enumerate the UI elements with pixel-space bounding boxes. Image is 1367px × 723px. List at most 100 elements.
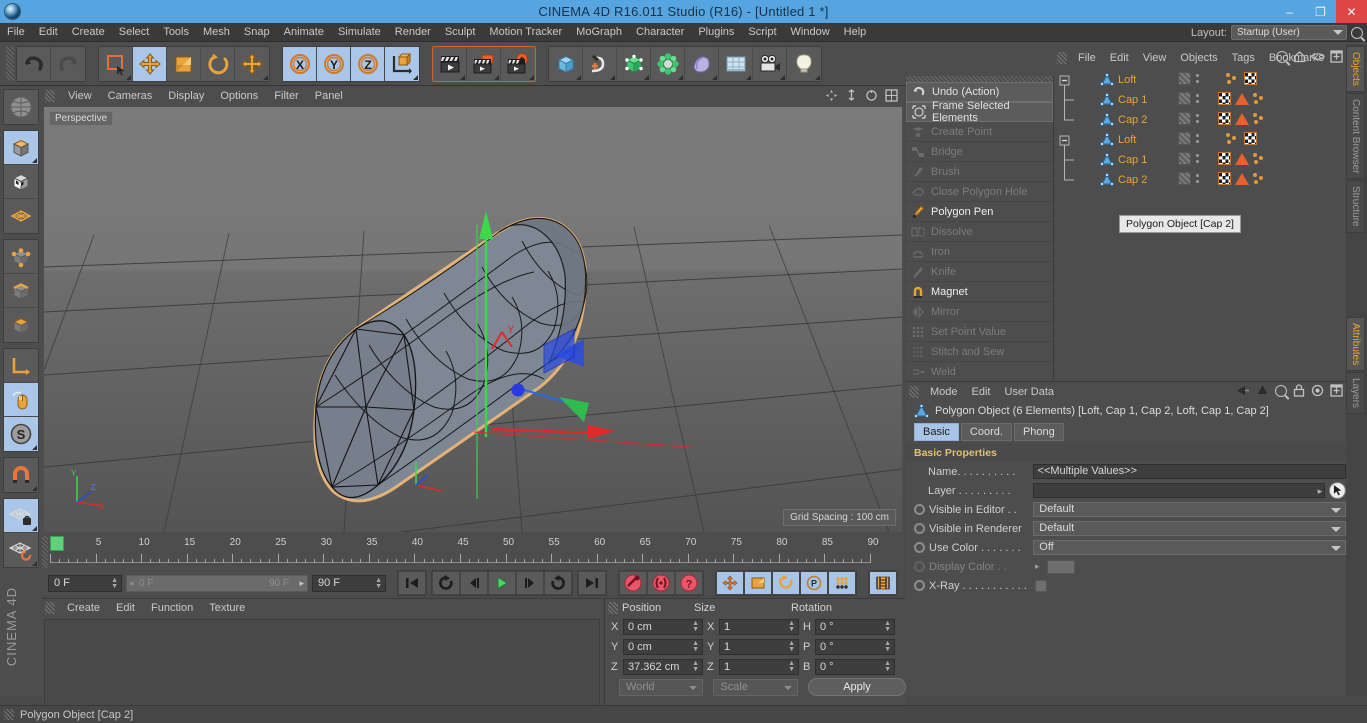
- search-icon[interactable]: [1351, 26, 1363, 39]
- object-visibility-dots[interactable]: [1178, 92, 1201, 105]
- mm-menu-edit[interactable]: Edit: [108, 602, 143, 614]
- mm-menu-texture[interactable]: Texture: [201, 602, 253, 614]
- use-color-radio[interactable]: [914, 542, 925, 553]
- xray-checkbox[interactable]: [1035, 579, 1047, 592]
- menu-select[interactable]: Select: [112, 23, 157, 42]
- am-menu-user-data[interactable]: User Data: [998, 386, 1062, 398]
- spinner-icon[interactable]: ▲ ▼: [884, 620, 891, 633]
- cube-primitive-button[interactable]: [549, 46, 583, 81]
- light-button[interactable]: [787, 46, 821, 81]
- loop-playback-button[interactable]: [432, 571, 460, 595]
- menu-motion-tracker[interactable]: Motion Tracker: [482, 23, 569, 42]
- spinner-icon[interactable]: ▲ ▼: [692, 620, 699, 633]
- display-color-radio[interactable]: [914, 561, 925, 572]
- tab-structure[interactable]: Structure: [1346, 180, 1365, 233]
- tab-layers[interactable]: Layers: [1346, 372, 1365, 415]
- move-tool-button[interactable]: [133, 46, 167, 81]
- material-tag-icon[interactable]: [1218, 92, 1231, 105]
- pick-layer-icon[interactable]: [1329, 482, 1346, 499]
- material-tag-icon[interactable]: [1218, 172, 1231, 185]
- command-brush[interactable]: Brush: [906, 162, 1053, 182]
- environment-button[interactable]: [685, 46, 719, 81]
- end-frame-field[interactable]: 90 F ▲ ▼: [312, 574, 386, 592]
- range-right-arrow-icon[interactable]: ▸: [299, 578, 304, 589]
- menu-sculpt[interactable]: Sculpt: [438, 23, 483, 42]
- record-active-objects-button[interactable]: [619, 571, 647, 595]
- workplane-mode-button[interactable]: [4, 199, 38, 233]
- point-level-button[interactable]: [828, 571, 856, 595]
- viewport-menu-panel[interactable]: Panel: [307, 90, 351, 102]
- visibility-dots-icon[interactable]: [1194, 132, 1201, 145]
- chevron-right-icon[interactable]: ▸: [1318, 485, 1323, 498]
- use-color-dropdown[interactable]: Off: [1033, 540, 1346, 555]
- undo-button[interactable]: [17, 46, 51, 81]
- command-frame-selected-elements[interactable]: Frame Selected Elements: [906, 100, 1053, 124]
- visibility-dots-icon[interactable]: [1194, 172, 1201, 185]
- move-alt-button[interactable]: [235, 46, 269, 81]
- menu-script[interactable]: Script: [741, 23, 783, 42]
- viewport-solo-button[interactable]: [4, 383, 38, 417]
- menu-mesh[interactable]: Mesh: [196, 23, 237, 42]
- coordinate-mode-dropdown[interactable]: Scale: [713, 678, 798, 696]
- redo-button[interactable]: [51, 46, 85, 81]
- xray-radio[interactable]: [914, 580, 925, 591]
- tag-placeholder-icon[interactable]: [1178, 92, 1191, 105]
- coordinate-system-dropdown[interactable]: World: [619, 678, 704, 696]
- object-tags[interactable]: [1218, 92, 1267, 105]
- render-view-button[interactable]: [433, 46, 467, 81]
- mm-menu-create[interactable]: Create: [59, 602, 108, 614]
- object-manager-grip-icon[interactable]: [1057, 51, 1067, 64]
- previous-frame-button[interactable]: [460, 571, 488, 595]
- tag-placeholder-icon[interactable]: [1178, 112, 1191, 125]
- object-visibility-dots[interactable]: [1178, 112, 1201, 125]
- render-settings-button[interactable]: [501, 46, 535, 81]
- menu-animate[interactable]: Animate: [277, 23, 331, 42]
- command-iron[interactable]: Iron: [906, 242, 1053, 262]
- visibility-dots-icon[interactable]: [1194, 92, 1201, 105]
- position-x-input[interactable]: 0 cm ▲ ▼: [623, 619, 703, 635]
- spinner-icon[interactable]: ▲ ▼: [788, 640, 795, 653]
- material-tag-icon[interactable]: [1244, 132, 1257, 145]
- command-weld[interactable]: Weld: [906, 362, 1053, 380]
- link-icon[interactable]: [1311, 50, 1325, 63]
- menu-window[interactable]: Window: [784, 23, 837, 42]
- material-manager-body[interactable]: [44, 619, 600, 707]
- current-frame-field[interactable]: 0 F ▲ ▼: [48, 574, 122, 592]
- tab-basic[interactable]: Basic: [914, 423, 959, 441]
- spinner-icon[interactable]: ▲ ▼: [375, 577, 382, 590]
- scene-button[interactable]: [719, 46, 753, 81]
- rotation-p-input[interactable]: 0 ° ▲ ▼: [815, 639, 895, 655]
- om-menu-tags[interactable]: Tags: [1225, 52, 1262, 64]
- rotation-key-button[interactable]: [772, 571, 800, 595]
- coordinates-grip-icon[interactable]: [608, 602, 618, 614]
- size-x-input[interactable]: 1 ▲ ▼: [719, 619, 799, 635]
- object-mode-button[interactable]: [4, 131, 38, 165]
- menu-render[interactable]: Render: [388, 23, 438, 42]
- viewport-view-label[interactable]: Perspective: [49, 111, 114, 126]
- scale-key-button[interactable]: [744, 571, 772, 595]
- maximize-viewport-icon[interactable]: [885, 89, 898, 102]
- viewport-menu-options[interactable]: Options: [212, 90, 266, 102]
- tag-placeholder-icon[interactable]: [1178, 172, 1191, 185]
- visible-renderer-radio[interactable]: [914, 523, 925, 534]
- visibility-dots-icon[interactable]: [1194, 112, 1201, 125]
- tag-placeholder-icon[interactable]: [1178, 132, 1191, 145]
- chevron-right-icon[interactable]: ▸: [1035, 561, 1040, 572]
- phong-tag-icon[interactable]: [1226, 72, 1240, 85]
- phong-tag-icon[interactable]: [1253, 92, 1267, 105]
- menu-character[interactable]: Character: [629, 23, 691, 42]
- tab-phong[interactable]: Phong: [1013, 423, 1064, 441]
- mm-menu-function[interactable]: Function: [143, 602, 201, 614]
- phong-tag-icon[interactable]: [1226, 132, 1240, 145]
- menu-edit[interactable]: Edit: [32, 23, 65, 42]
- tag-placeholder-icon[interactable]: [1178, 72, 1191, 85]
- keyframe-selection-button[interactable]: ?: [675, 571, 703, 595]
- go-to-end-button[interactable]: [578, 571, 606, 595]
- viewport-menu-display[interactable]: Display: [160, 90, 212, 102]
- autokeying-button[interactable]: [647, 571, 675, 595]
- close-button[interactable]: ✕: [1336, 0, 1367, 23]
- object-tags[interactable]: [1218, 172, 1267, 185]
- lock-icon[interactable]: [1293, 384, 1305, 397]
- object-visibility-dots[interactable]: [1178, 132, 1201, 145]
- table-row[interactable]: Cap 1: [1054, 150, 1346, 170]
